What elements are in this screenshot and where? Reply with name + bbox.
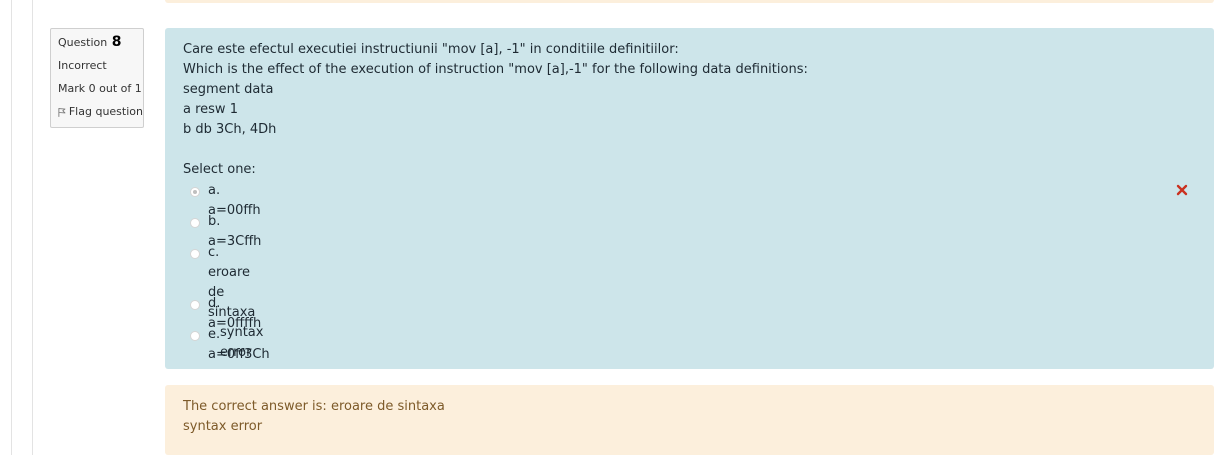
flag-question-label: Flag question (68, 105, 143, 118)
question-formulation: Care este efectul executiei instructiuni… (165, 28, 1214, 369)
question-text-line: b db 3Ch, 4Dh (183, 122, 277, 137)
previous-question-feedback-edge (165, 0, 1214, 3)
question-grade: Mark 0 out of 1 (58, 82, 142, 95)
question-state: Incorrect (58, 59, 107, 72)
flag-question-link[interactable]: Flag question (58, 105, 143, 119)
radio-button[interactable] (190, 218, 200, 228)
question-text-line: Care este efectul executiei instructiuni… (183, 42, 679, 57)
cross-icon (1176, 184, 1188, 196)
radio-button[interactable] (190, 249, 200, 259)
question-text: Care este efectul executiei instructiuni… (183, 40, 808, 140)
correct-answer-feedback: The correct answer is: eroare de sintaxa… (165, 385, 1214, 455)
question-info-panel: Question 8 Incorrect Mark 0 out of 1 Fla… (50, 28, 144, 128)
question-text-line: Which is the effect of the execution of … (183, 62, 808, 77)
question-number-line: Question 8 (58, 35, 143, 50)
question-label: Question (58, 36, 108, 49)
content-left-border (32, 0, 33, 455)
radio-button[interactable] (190, 331, 200, 341)
answer-option-e[interactable]: e. a=0ff3Ch (190, 327, 270, 365)
select-one-prompt: Select one: (183, 162, 256, 177)
feedback-line: The correct answer is: eroare de sintaxa (183, 399, 445, 414)
question-number: 8 (111, 34, 122, 50)
feedback-text: The correct answer is: eroare de sintaxa… (183, 397, 445, 437)
page-left-border (11, 0, 12, 455)
feedback-line: syntax error (183, 419, 263, 434)
question-text-line: a resw 1 (183, 102, 238, 117)
answer-option-label: e. a=0ff3Ch (208, 327, 270, 362)
radio-button[interactable] (190, 300, 200, 310)
radio-button-selected[interactable] (190, 187, 200, 197)
question-text-line: segment data (183, 82, 274, 97)
flag-outline-icon (58, 107, 66, 117)
